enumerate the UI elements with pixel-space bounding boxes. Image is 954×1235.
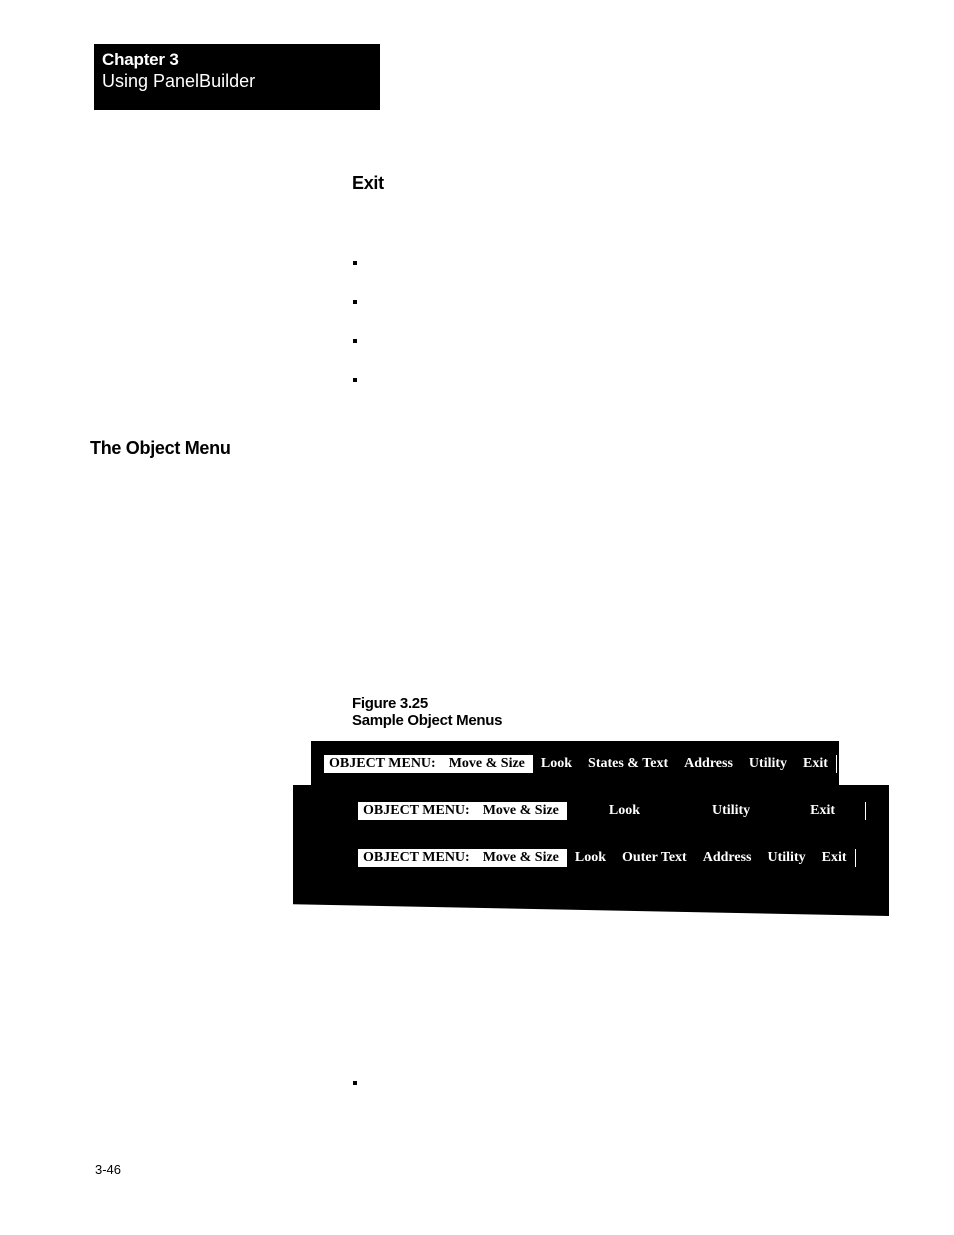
menu-item-move-size[interactable]: Move & Size — [475, 849, 567, 867]
bullet — [353, 1081, 357, 1085]
object-menu-bar-2: OBJECT MENU: Move & Size Look Utility Ex… — [358, 802, 866, 820]
chapter-number: Chapter 3 — [102, 50, 380, 70]
menu-item-states-text[interactable]: States & Text — [580, 755, 676, 773]
object-menu-heading: The Object Menu — [90, 438, 231, 459]
page-number: 3-46 — [95, 1162, 121, 1177]
figure-caption: Figure 3.25 Sample Object Menus — [352, 695, 502, 729]
menu-item-address[interactable]: Address — [676, 755, 741, 773]
menu-item-utility[interactable]: Utility — [682, 802, 780, 820]
chapter-subtitle: Using PanelBuilder — [102, 71, 380, 92]
menu-item-look[interactable]: Look — [567, 849, 614, 867]
object-menu-bar-1: OBJECT MENU: Move & Size Look States & T… — [324, 755, 837, 773]
menu-item-utility[interactable]: Utility — [741, 755, 795, 773]
menu-item-outer-text[interactable]: Outer Text — [614, 849, 695, 867]
chapter-header: Chapter 3 Using PanelBuilder — [94, 44, 380, 110]
figure-number: Figure 3.25 — [352, 695, 428, 712]
bullet — [353, 261, 357, 265]
bullet — [353, 339, 357, 343]
menu-item-utility[interactable]: Utility — [760, 849, 814, 867]
menu-label: OBJECT MENU: — [324, 755, 441, 773]
menu-item-address[interactable]: Address — [695, 849, 760, 867]
menu-item-look[interactable]: Look — [567, 802, 682, 820]
bullet — [353, 378, 357, 382]
menu-item-exit[interactable]: Exit — [795, 755, 837, 773]
exit-heading: Exit — [352, 173, 384, 194]
object-menu-bar-3: OBJECT MENU: Move & Size Look Outer Text… — [358, 849, 856, 867]
menu-item-look[interactable]: Look — [533, 755, 580, 773]
menu-item-move-size[interactable]: Move & Size — [475, 802, 567, 820]
bullet — [353, 300, 357, 304]
menu-item-move-size[interactable]: Move & Size — [441, 755, 533, 773]
menu-item-exit[interactable]: Exit — [814, 849, 856, 867]
menu-label: OBJECT MENU: — [358, 849, 475, 867]
figure-title: Sample Object Menus — [352, 712, 502, 729]
menu-item-exit[interactable]: Exit — [780, 802, 866, 820]
menu-label: OBJECT MENU: — [358, 802, 475, 820]
